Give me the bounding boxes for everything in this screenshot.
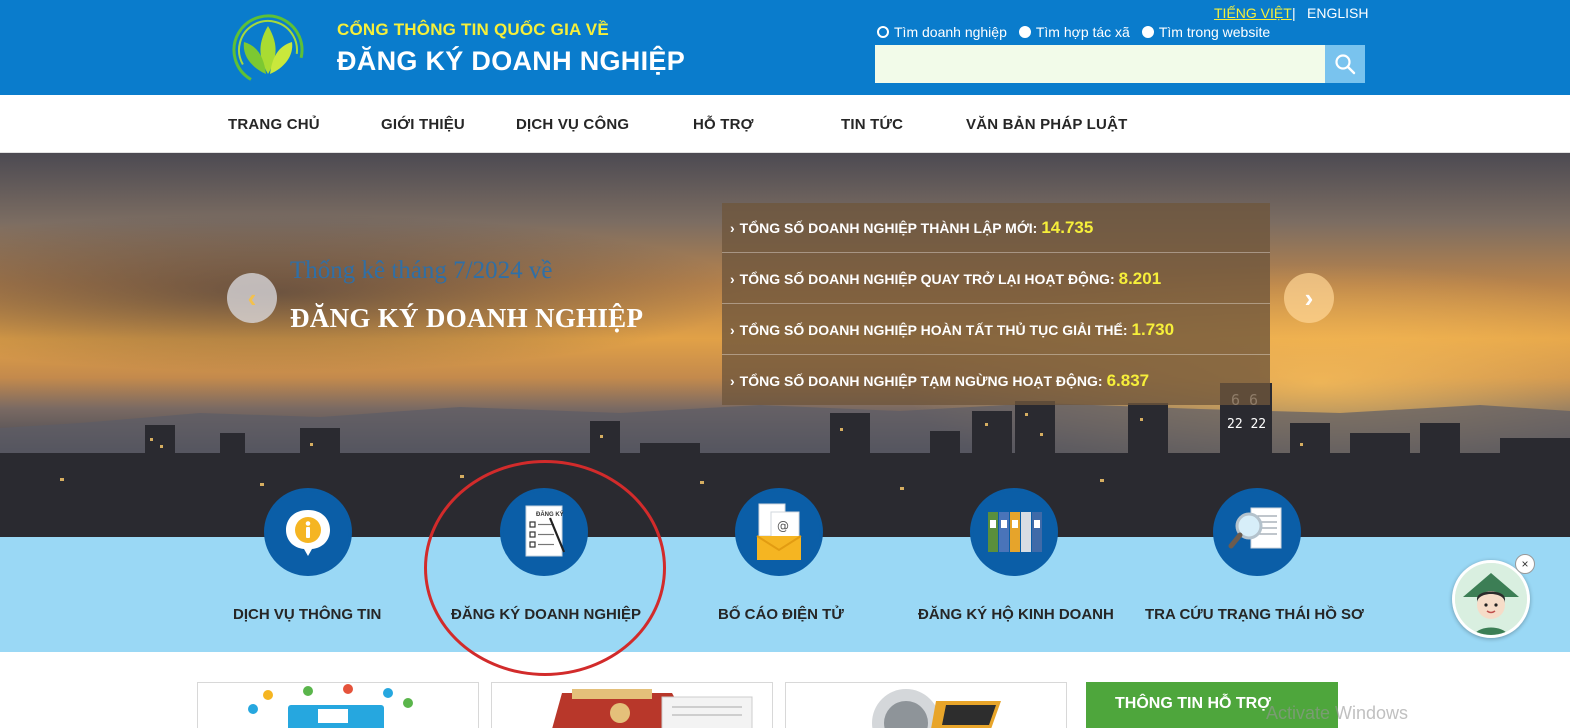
chevron-right-icon: ›: [730, 219, 735, 236]
service-household-business-button[interactable]: [970, 488, 1058, 576]
stat-value: 14.735: [1041, 217, 1094, 237]
search-button[interactable]: [1325, 45, 1365, 83]
nav-item-support[interactable]: HỖ TRỢ: [693, 116, 754, 133]
close-icon: ×: [1521, 557, 1529, 571]
stat-label: TỔNG SỐ DOANH NGHIỆP TẠM NGỪNG HOẠT ĐỘNG…: [739, 373, 1103, 389]
nav-item-legal-documents[interactable]: VĂN BẢN PHÁP LUẬT: [966, 116, 1127, 133]
stat-row-dissolved-enterprises: › TỔNG SỐ DOANH NGHIỆP HOÀN TẤT THỦ TỤC …: [722, 305, 1270, 355]
site-header: CỔNG THÔNG TIN QUỐC GIA VỀ ĐĂNG KÝ DOANH…: [0, 0, 1570, 95]
search-icon: [1335, 54, 1356, 75]
site-logo[interactable]: [230, 8, 308, 90]
stat-value: 6.837: [1106, 371, 1150, 390]
hero-clouds: [0, 213, 750, 373]
radio-button[interactable]: [1018, 26, 1031, 38]
service-e-announcement-button[interactable]: @: [735, 488, 823, 576]
statistics-panel: › TỔNG SỐ DOANH NGHIỆP THÀNH LẬP MỚI: 14…: [722, 203, 1270, 405]
building-sign-bottom: 22 22: [1227, 417, 1266, 432]
slider-prev-button[interactable]: ‹: [227, 273, 277, 323]
language-english-link[interactable]: ENGLISH: [1307, 5, 1368, 21]
page: CỔNG THÔNG TIN QUỐC GIA VỀ ĐĂNG KÝ DOANH…: [0, 0, 1570, 728]
chevron-right-icon: ›: [730, 270, 735, 287]
chevron-left-icon: ‹: [247, 282, 257, 313]
search-option-label: Tìm hợp tác xã: [1035, 24, 1130, 40]
chevron-right-icon: ›: [730, 373, 735, 389]
chevron-right-icon: ›: [1304, 282, 1314, 313]
nav-item-about[interactable]: GIỚI THIỆU: [381, 116, 465, 133]
info-bubble-icon: [286, 510, 330, 556]
service-information-button[interactable]: [264, 488, 352, 576]
radio-button[interactable]: [877, 26, 889, 38]
stat-value: 8.201: [1118, 268, 1162, 288]
service-file-status-lookup-button[interactable]: [1213, 488, 1301, 576]
stat-label: TỔNG SỐ DOANH NGHIỆP THÀNH LẬP MỚI:: [739, 219, 1038, 236]
digital-services-illustration-icon: [248, 684, 413, 728]
red-highlight-circle: [424, 460, 666, 676]
service-label-information[interactable]: DỊCH VỤ THÔNG TIN: [233, 606, 381, 623]
nav-item-public-services[interactable]: DỊCH VỤ CÔNG: [516, 116, 629, 133]
search-option-label: Tìm doanh nghiệp: [894, 24, 1007, 40]
news-card-2[interactable]: [491, 682, 773, 728]
site-subtitle: CỔNG THÔNG TIN QUỐC GIA VỀ: [337, 20, 609, 39]
search-option-enterprise[interactable]: Tìm doanh nghiệp: [877, 24, 1007, 40]
slider-next-button[interactable]: ›: [1284, 273, 1334, 323]
radio-button[interactable]: [1141, 26, 1154, 38]
main-nav: TRANG CHỦ GIỚI THIỆU DỊCH VỤ CÔNG HỖ TRỢ…: [0, 95, 1570, 153]
search-scope-options: Tìm doanh nghiệp Tìm hợp tác xã Tìm tron…: [877, 24, 1270, 40]
stat-value: 1.730: [1131, 319, 1175, 339]
hero-caption-title: ĐĂNG KÝ DOANH NGHIỆP: [290, 303, 644, 333]
stat-label: TỔNG SỐ DOANH NGHIỆP HOÀN TẤT THỦ TỤC GI…: [739, 321, 1128, 338]
stat-row-resumed-enterprises: › TỔNG SỐ DOANH NGHIỆP QUAY TRỞ LẠI HOẠT…: [722, 254, 1270, 304]
windows-activation-watermark: Activate Windows: [1266, 703, 1409, 723]
certificate-illustration-icon: [552, 689, 753, 728]
binders-icon: [988, 512, 1042, 552]
site-title[interactable]: ĐĂNG KÝ DOANH NGHIỆP: [337, 46, 685, 77]
search-option-website[interactable]: Tìm trong website: [1141, 24, 1271, 40]
language-separator: |: [1292, 5, 1296, 21]
hero-caption-period: Thống kê tháng 7/2024 về: [290, 257, 553, 284]
play-media-illustration-icon: [872, 689, 1001, 728]
search-option-cooperative[interactable]: Tìm hợp tác xã: [1018, 24, 1130, 40]
service-label-file-status-lookup[interactable]: TRA CỨU TRẠNG THÁI HỒ SƠ: [1145, 606, 1364, 623]
nav-item-news[interactable]: TIN TỨC: [841, 116, 903, 133]
news-card-3[interactable]: [785, 682, 1067, 728]
language-vietnamese-link[interactable]: TIẾNG VIỆT: [1214, 5, 1292, 21]
svg-text:@: @: [777, 519, 789, 533]
email-document-icon: @: [756, 503, 802, 560]
magnifier-document-icon: [1228, 507, 1282, 549]
search-input[interactable]: [875, 45, 1325, 83]
nav-item-home[interactable]: TRANG CHỦ: [228, 116, 320, 133]
stat-row-new-enterprises: › TỔNG SỐ DOANH NGHIỆP THÀNH LẬP MỚI: 14…: [722, 203, 1270, 253]
search-option-label: Tìm trong website: [1158, 24, 1271, 40]
news-card-1[interactable]: [197, 682, 479, 728]
service-label-household-business[interactable]: ĐĂNG KÝ HỘ KINH DOANH: [918, 606, 1114, 623]
stat-row-suspended-enterprises: › TỔNG SỐ DOANH NGHIỆP TẠM NGỪNG HOẠT ĐỘ…: [722, 356, 1270, 406]
stat-label: TỔNG SỐ DOANH NGHIỆP QUAY TRỞ LẠI HOẠT Đ…: [739, 270, 1115, 287]
chatbot-close-button[interactable]: ×: [1515, 554, 1535, 574]
hero-banner: 6 6 22 22 Thống kê tháng 7/2024 về ĐĂNG …: [0, 153, 1570, 540]
service-label-e-announcement[interactable]: BỐ CÁO ĐIỆN TỬ: [718, 606, 844, 623]
chevron-right-icon: ›: [730, 321, 735, 338]
